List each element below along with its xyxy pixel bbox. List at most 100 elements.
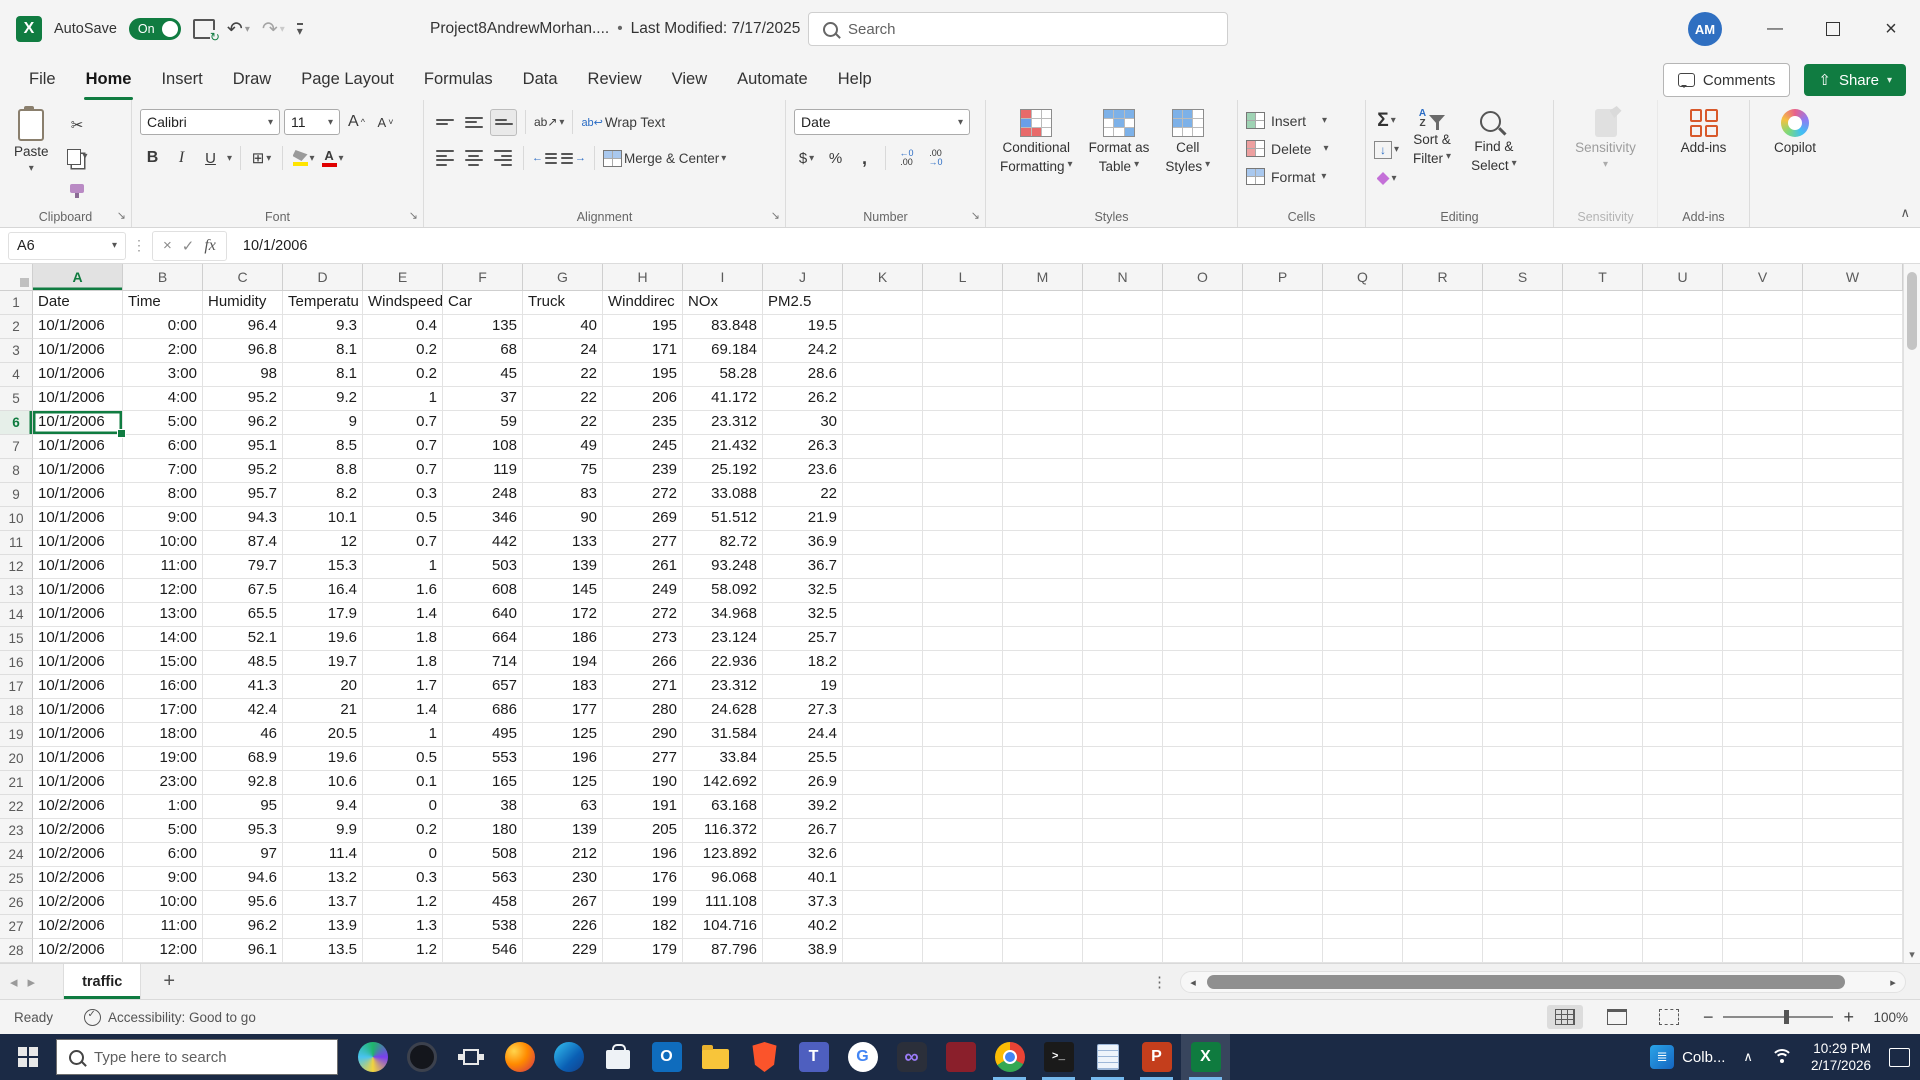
cell-U2[interactable]: [1643, 315, 1723, 339]
align-right-button[interactable]: [490, 146, 515, 171]
cell-F4[interactable]: 45: [443, 363, 523, 387]
cell-K10[interactable]: [843, 507, 923, 531]
cell-S28[interactable]: [1483, 939, 1563, 963]
cell-B21[interactable]: 23:00: [123, 771, 203, 795]
accounting-format-button[interactable]: $ ▾: [794, 146, 819, 171]
cell-T20[interactable]: [1563, 747, 1643, 771]
cell-M23[interactable]: [1003, 819, 1083, 843]
cell-N22[interactable]: [1083, 795, 1163, 819]
cell-S23[interactable]: [1483, 819, 1563, 843]
cell-I7[interactable]: 21.432: [683, 435, 763, 459]
cell-V28[interactable]: [1723, 939, 1803, 963]
cell-J17[interactable]: 19: [763, 675, 843, 699]
cell-T6[interactable]: [1563, 411, 1643, 435]
taskbar-slot-edge-icon[interactable]: [544, 1034, 593, 1080]
cell-E11[interactable]: 0.7: [363, 531, 443, 555]
cell-P11[interactable]: [1243, 531, 1323, 555]
cell-U28[interactable]: [1643, 939, 1723, 963]
cell-H16[interactable]: 266: [603, 651, 683, 675]
tab-review[interactable]: Review: [573, 58, 657, 100]
collapse-ribbon-button[interactable]: ∧: [1900, 205, 1910, 221]
cell-U9[interactable]: [1643, 483, 1723, 507]
cell-W2[interactable]: [1803, 315, 1903, 339]
cell-B6[interactable]: 5:00: [123, 411, 203, 435]
column-header-R[interactable]: R: [1403, 264, 1483, 291]
cell-N7[interactable]: [1083, 435, 1163, 459]
row-header-10[interactable]: 10: [0, 507, 33, 531]
cell-R3[interactable]: [1403, 339, 1483, 363]
tab-page-layout[interactable]: Page Layout: [286, 58, 409, 100]
cell-P15[interactable]: [1243, 627, 1323, 651]
cell-M4[interactable]: [1003, 363, 1083, 387]
cell-K24[interactable]: [843, 843, 923, 867]
increase-font-button[interactable]: A ^: [344, 110, 369, 135]
decrease-font-button[interactable]: A ˅: [373, 110, 398, 135]
cell-V16[interactable]: [1723, 651, 1803, 675]
cell-D5[interactable]: 9.2: [283, 387, 363, 411]
insert-cells-button[interactable]: Insert ▾: [1246, 108, 1357, 133]
cell-J12[interactable]: 36.7: [763, 555, 843, 579]
cell-V15[interactable]: [1723, 627, 1803, 651]
scroll-down-arrow[interactable]: ▾: [1904, 948, 1920, 961]
share-dropdown-icon[interactable]: ▾: [1887, 75, 1892, 86]
cell-F23[interactable]: 180: [443, 819, 523, 843]
cell-R11[interactable]: [1403, 531, 1483, 555]
cell-O1[interactable]: [1163, 291, 1243, 315]
row-header-14[interactable]: 14: [0, 603, 33, 627]
cell-P28[interactable]: [1243, 939, 1323, 963]
cell-G27[interactable]: 226: [523, 915, 603, 939]
cell-P16[interactable]: [1243, 651, 1323, 675]
cell-B19[interactable]: 18:00: [123, 723, 203, 747]
cell-B9[interactable]: 8:00: [123, 483, 203, 507]
cell-G8[interactable]: 75: [523, 459, 603, 483]
column-header-M[interactable]: M: [1003, 264, 1083, 291]
cell-N23[interactable]: [1083, 819, 1163, 843]
cell-E15[interactable]: 1.8: [363, 627, 443, 651]
cell-E10[interactable]: 0.5: [363, 507, 443, 531]
cell-H7[interactable]: 245: [603, 435, 683, 459]
cell-C13[interactable]: 67.5: [203, 579, 283, 603]
cell-R17[interactable]: [1403, 675, 1483, 699]
cell-A5[interactable]: 10/1/2006: [33, 387, 123, 411]
cell-J26[interactable]: 37.3: [763, 891, 843, 915]
cell-M19[interactable]: [1003, 723, 1083, 747]
cell-D20[interactable]: 19.6: [283, 747, 363, 771]
cell-K4[interactable]: [843, 363, 923, 387]
cell-D4[interactable]: 8.1: [283, 363, 363, 387]
cell-M17[interactable]: [1003, 675, 1083, 699]
cell-L5[interactable]: [923, 387, 1003, 411]
cell-L11[interactable]: [923, 531, 1003, 555]
cell-L8[interactable]: [923, 459, 1003, 483]
taskbar-slot-terminal-icon[interactable]: >_: [1034, 1034, 1083, 1080]
cell-N28[interactable]: [1083, 939, 1163, 963]
cell-E2[interactable]: 0.4: [363, 315, 443, 339]
cell-S11[interactable]: [1483, 531, 1563, 555]
cell-L23[interactable]: [923, 819, 1003, 843]
italic-button[interactable]: I: [169, 146, 194, 171]
cell-P20[interactable]: [1243, 747, 1323, 771]
cell-E13[interactable]: 1.6: [363, 579, 443, 603]
share-button[interactable]: ⇧ Share ▾: [1804, 64, 1906, 96]
cell-V14[interactable]: [1723, 603, 1803, 627]
taskbar-clock[interactable]: 10:29 PM 2/17/2026: [1811, 1040, 1871, 1074]
cell-O27[interactable]: [1163, 915, 1243, 939]
column-header-V[interactable]: V: [1723, 264, 1803, 291]
cell-E17[interactable]: 1.7: [363, 675, 443, 699]
cell-W4[interactable]: [1803, 363, 1903, 387]
cell-N13[interactable]: [1083, 579, 1163, 603]
cell-A13[interactable]: 10/1/2006: [33, 579, 123, 603]
cell-M7[interactable]: [1003, 435, 1083, 459]
cell-Q11[interactable]: [1323, 531, 1403, 555]
undo-dropdown-icon[interactable]: ▾: [245, 24, 250, 35]
row-header-21[interactable]: 21: [0, 771, 33, 795]
cell-V27[interactable]: [1723, 915, 1803, 939]
cell-T17[interactable]: [1563, 675, 1643, 699]
cell-P6[interactable]: [1243, 411, 1323, 435]
cell-I2[interactable]: 83.848: [683, 315, 763, 339]
search-box[interactable]: Search: [808, 12, 1228, 46]
cell-H6[interactable]: 235: [603, 411, 683, 435]
cell-R4[interactable]: [1403, 363, 1483, 387]
column-header-S[interactable]: S: [1483, 264, 1563, 291]
cell-W23[interactable]: [1803, 819, 1903, 843]
cell-S2[interactable]: [1483, 315, 1563, 339]
